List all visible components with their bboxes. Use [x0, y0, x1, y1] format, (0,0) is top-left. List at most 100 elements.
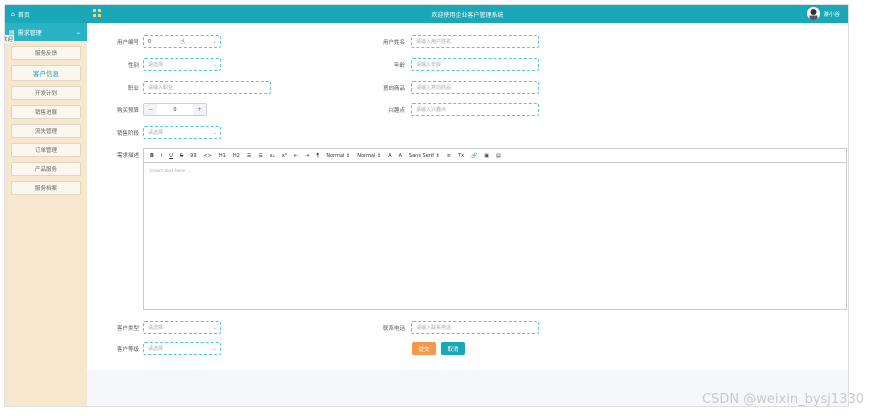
cust-type-select[interactable]: 请选择 ⌄: [143, 321, 221, 334]
phone-placeholder: 请输入联系电话: [416, 325, 452, 331]
editor-toolbar: B I U S 99 <> H1 H2 ☰ ☰ x₂ x² ⇤ ⇥ ¶ Norm…: [144, 149, 846, 163]
chevron-down-icon: ⌄: [212, 130, 217, 136]
link-icon[interactable]: 🔗: [471, 153, 477, 159]
gender-label: 性别: [127, 63, 139, 69]
product-placeholder: 请输入意向商品: [416, 85, 452, 91]
job-label: 职业: [127, 86, 139, 92]
job-input[interactable]: 请输入职业: [143, 81, 271, 94]
editor-placeholder: Insert text here ...: [150, 169, 191, 174]
increment-button[interactable]: +: [193, 104, 206, 115]
align-button[interactable]: ≡: [447, 153, 451, 159]
form-area: 用户编号 0 ☝ ⌄ 用户姓名 请输入用户姓名 性别 请选择 ⌄ 年龄 请输入年…: [87, 23, 848, 370]
gender-select[interactable]: 请选择 ⌄: [143, 58, 221, 71]
age-input[interactable]: 请输入年龄: [411, 58, 539, 71]
user-no-value: 0: [148, 38, 152, 45]
outdent-button[interactable]: ⇤: [294, 153, 298, 159]
concern-label: 兴趣点: [388, 108, 405, 114]
bullet-list-button[interactable]: ☰: [258, 153, 262, 159]
sidebar-item-label: 流失管理: [34, 129, 57, 135]
floating-tag: 欢迎: [5, 35, 15, 43]
age-label: 年龄: [393, 63, 405, 69]
quote-button[interactable]: 99: [190, 153, 196, 159]
phone-input[interactable]: 请输入联系电话: [411, 321, 539, 334]
h1-button[interactable]: H1: [219, 153, 226, 159]
strike-button[interactable]: S: [180, 153, 183, 159]
sidebar-item-service-archive[interactable]: 服务档案: [11, 181, 81, 195]
chevron-down-icon: ⌄: [212, 325, 217, 331]
desc-label: 需求描述: [116, 153, 139, 159]
budget-value[interactable]: 0: [157, 104, 193, 115]
image-icon[interactable]: ▣: [484, 153, 489, 159]
sidebar-item-service-feedback[interactable]: 服务反馈: [11, 46, 81, 60]
subscript-button[interactable]: x₂: [270, 153, 275, 159]
sidebar-item-churn[interactable]: 流失管理: [11, 124, 81, 138]
font-select[interactable]: Sans Serif ⇕: [409, 153, 440, 159]
user-name-input[interactable]: 请输入用户姓名: [411, 35, 539, 48]
sidebar-home[interactable]: ⌂ 首页: [5, 5, 87, 23]
age-placeholder: 请输入年龄: [416, 62, 442, 68]
stage-placeholder: 请选择: [148, 130, 164, 136]
home-icon: ⌂: [11, 10, 15, 18]
sidebar-item-label: 订单管理: [34, 148, 57, 154]
italic-button[interactable]: I: [161, 153, 162, 159]
stage-select[interactable]: 请选择 ⌄: [143, 126, 221, 139]
chevron-down-icon: ⌄: [212, 39, 217, 45]
sidebar-item-label: 客户信息: [33, 70, 59, 78]
product-input[interactable]: 请输入意向商品: [411, 81, 539, 94]
decrement-button[interactable]: −: [144, 104, 157, 115]
concern-input[interactable]: 请输入兴趣点: [411, 103, 539, 116]
chevron-down-icon: ⌄: [75, 28, 81, 36]
cust-type-label: 客户类型: [116, 326, 139, 332]
sidebar: ⌂ 首页 ▤ 需求管理 ⌄ 欢迎 服务反馈 客户信息 开发计划 销售进展 流失管…: [5, 5, 87, 406]
user-name: 游小谷: [823, 11, 840, 18]
ordered-list-button[interactable]: ☰: [247, 153, 251, 159]
cust-level-label: 客户等级: [116, 347, 139, 353]
cancel-button[interactable]: 取消: [441, 342, 465, 355]
superscript-button[interactable]: x²: [282, 153, 287, 159]
clear-format-button[interactable]: Tx: [458, 153, 464, 159]
sidebar-item-orders[interactable]: 订单管理: [11, 143, 81, 157]
cust-level-select[interactable]: 请选择 ⌄: [143, 342, 221, 355]
user-menu[interactable]: 游小谷: [807, 7, 840, 20]
user-name-placeholder: 请输入用户姓名: [416, 39, 452, 45]
direction-button[interactable]: ¶: [316, 153, 319, 159]
app-window: ⌂ 首页 ▤ 需求管理 ⌄ 欢迎 服务反馈 客户信息 开发计划 销售进展 流失管…: [4, 4, 849, 407]
user-no-select[interactable]: 0 ☝ ⌄: [143, 35, 221, 48]
indent-button[interactable]: ⇥: [305, 153, 309, 159]
size-select[interactable]: Normal ⇕: [326, 153, 350, 159]
user-name-label: 用户姓名: [382, 40, 405, 46]
header-select[interactable]: Normal ⇕: [357, 153, 381, 159]
product-label: 意向商品: [382, 86, 405, 92]
bold-button[interactable]: B: [150, 153, 154, 159]
top-header: 欢迎使用企业客户管理系统 游小谷: [87, 5, 848, 23]
budget-label: 购买预算: [116, 108, 139, 114]
budget-stepper[interactable]: − 0 +: [143, 103, 207, 116]
sidebar-item-products[interactable]: 产品服务: [11, 162, 81, 176]
sidebar-menu-label: 需求管理: [17, 29, 42, 37]
code-button[interactable]: <>: [204, 153, 212, 159]
sidebar-item-label: 服务档案: [34, 186, 57, 192]
cust-level-placeholder: 请选择: [148, 346, 164, 352]
rich-text-editor[interactable]: B I U S 99 <> H1 H2 ☰ ☰ x₂ x² ⇤ ⇥ ¶ Norm…: [143, 148, 847, 310]
stage-label: 销售阶段: [116, 131, 139, 137]
sidebar-home-label: 首页: [17, 11, 30, 19]
submit-button[interactable]: 提交: [412, 342, 436, 355]
chevron-down-icon: ⌄: [212, 62, 217, 68]
bg-color-button[interactable]: A: [399, 153, 402, 159]
gender-placeholder: 请选择: [148, 62, 164, 68]
avatar: [807, 7, 821, 20]
sidebar-item-dev-plan[interactable]: 开发计划: [11, 86, 81, 100]
sidebar-item-label: 开发计划: [34, 91, 57, 97]
job-placeholder: 请输入职业: [148, 85, 174, 91]
chevron-down-icon: ⌄: [212, 346, 217, 352]
phone-label: 联系电话: [382, 326, 405, 332]
header-title: 欢迎使用企业客户管理系统: [431, 12, 504, 19]
watermark: CSDN @weixin_bysj1330: [702, 392, 864, 407]
sidebar-item-customer-info[interactable]: 客户信息: [11, 65, 81, 81]
video-icon[interactable]: ▤: [496, 153, 501, 159]
text-color-button[interactable]: A: [388, 153, 391, 159]
sidebar-menu-requirements[interactable]: ▤ 需求管理 ⌄: [5, 23, 87, 41]
underline-button[interactable]: U: [169, 153, 173, 159]
sidebar-item-sales-progress[interactable]: 销售进展: [11, 105, 81, 119]
h2-button[interactable]: H2: [233, 153, 240, 159]
